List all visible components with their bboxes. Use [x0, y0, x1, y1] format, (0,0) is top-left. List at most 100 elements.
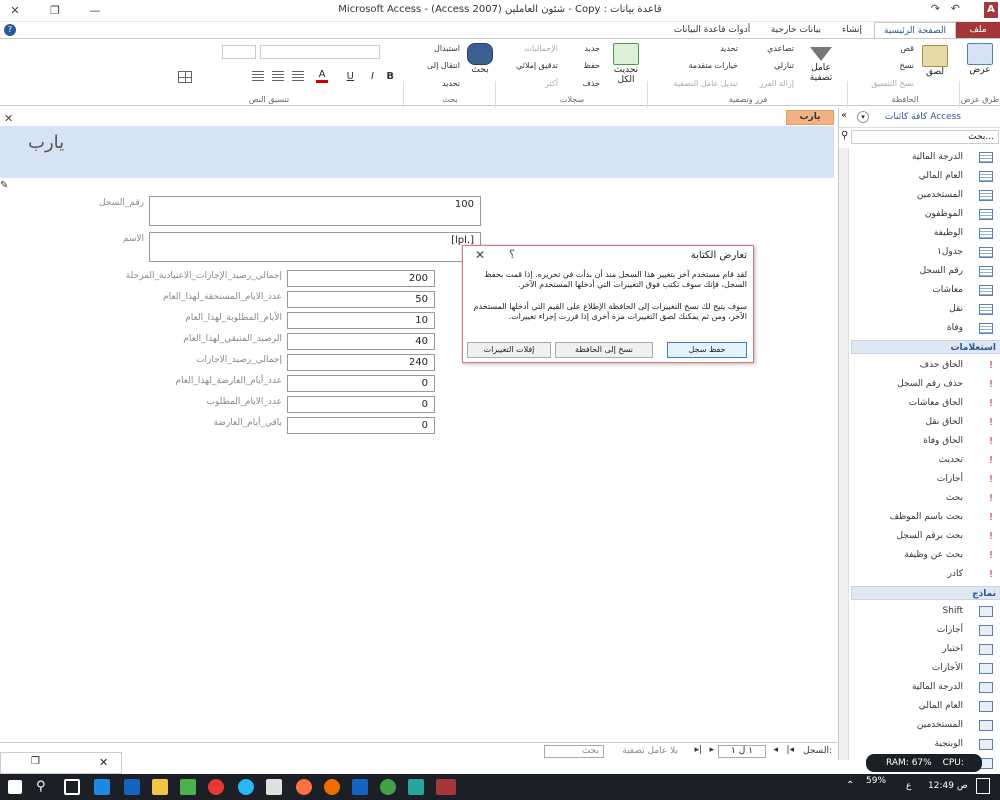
advanced-filter-button[interactable]: خيارات متقدمة: [689, 61, 738, 70]
copy-to-clipboard-button[interactable]: نسخ إلى الحافظة: [555, 342, 653, 358]
nav-item[interactable]: بحث عن وظيفة!: [851, 546, 1000, 565]
nav-item[interactable]: أجازات: [851, 621, 1000, 640]
nav-last-icon[interactable]: ▸|: [694, 745, 702, 755]
task-view-icon[interactable]: [64, 779, 80, 795]
close-form-icon[interactable]: ✕: [4, 112, 13, 125]
nav-search-input[interactable]: بحث...: [851, 130, 999, 144]
refresh-all-button[interactable]: تحديث الكل: [606, 43, 646, 85]
nav-item[interactable]: الوبنجية: [851, 735, 1000, 754]
font-name-select[interactable]: [260, 45, 380, 59]
selection-button[interactable]: تحديد: [720, 44, 738, 53]
gridlines-icon[interactable]: [178, 71, 192, 83]
nav-item[interactable]: الوظيفة: [851, 224, 1000, 243]
nav-item[interactable]: جدول١: [851, 243, 1000, 262]
nav-item[interactable]: حذف رقم السجل!: [851, 375, 1000, 394]
font-color-icon[interactable]: A: [316, 69, 328, 83]
form-tab[interactable]: يارب: [786, 110, 834, 125]
replace-button[interactable]: استبدال: [434, 44, 460, 53]
nav-item[interactable]: المستخدمين: [851, 186, 1000, 205]
nav-item[interactable]: وفاة: [851, 319, 1000, 338]
redo-icon[interactable]: ↷: [931, 2, 940, 15]
find-button[interactable]: بحث: [466, 43, 494, 75]
sort-ascending-button[interactable]: تصاعدي: [767, 44, 794, 53]
nav-item[interactable]: أجازات!: [851, 470, 1000, 489]
toggle-filter-button[interactable]: تبديل عامل التصفية: [673, 79, 738, 88]
nav-item[interactable]: تحديث!: [851, 451, 1000, 470]
delete-record-button[interactable]: حذف: [583, 79, 600, 88]
save-record-dialog-button[interactable]: حفظ سجل: [667, 342, 747, 358]
tab-database-tools[interactable]: أدوات قاعدة البيانات: [666, 22, 758, 38]
tab-external-data[interactable]: بيانات خارجية: [762, 22, 830, 38]
nav-item[interactable]: الحاق حذف!: [851, 356, 1000, 375]
italic-button[interactable]: I: [371, 71, 374, 82]
nav-item[interactable]: بحث!: [851, 489, 1000, 508]
goto-button[interactable]: انتقال إلى: [427, 61, 460, 70]
nav-item[interactable]: بحث برقم السجل!: [851, 527, 1000, 546]
nav-item[interactable]: الحاق معاشات!: [851, 394, 1000, 413]
tab-create[interactable]: إنشاء: [832, 22, 872, 38]
mini-close-icon[interactable]: ✕: [99, 756, 108, 769]
spelling-button[interactable]: تدقيق إملائي: [516, 61, 558, 70]
minimize-button[interactable]: —: [80, 0, 110, 22]
copy-button[interactable]: نسخ: [899, 61, 914, 70]
paste-button[interactable]: لصق: [922, 45, 948, 77]
nav-item[interactable]: نقل: [851, 300, 1000, 319]
select-button[interactable]: تحديد: [442, 79, 460, 88]
restore-button[interactable]: ❐: [40, 0, 70, 22]
nav-collapse-icon[interactable]: «: [841, 110, 847, 121]
form-row-field[interactable]: 200: [287, 270, 435, 287]
dialog-help-icon[interactable]: ؟: [509, 248, 515, 261]
nav-dropdown-icon[interactable]: ▾: [857, 111, 869, 123]
firefox-icon[interactable]: [296, 779, 312, 795]
nav-item[interactable]: الدرجة المالية: [851, 148, 1000, 167]
underline-button[interactable]: U: [347, 71, 354, 82]
form-row-field[interactable]: 50: [287, 291, 435, 308]
chrome-icon[interactable]: [380, 779, 396, 795]
nav-section-forms[interactable]: نماذج: [851, 586, 1000, 600]
nav-first-icon[interactable]: |◂: [786, 745, 794, 755]
clock[interactable]: 12:49 ص: [928, 781, 968, 791]
word-icon[interactable]: [352, 779, 368, 795]
filter-button[interactable]: عامل تصفية: [804, 43, 838, 83]
more-button[interactable]: أكثر: [545, 79, 558, 88]
search-icon[interactable]: ⚲: [36, 779, 46, 794]
align-left-icon[interactable]: [252, 71, 264, 81]
ie-icon[interactable]: [124, 779, 140, 795]
nav-item[interactable]: بحث باسم الموظف!: [851, 508, 1000, 527]
totals-button[interactable]: الإجماليات: [524, 44, 558, 53]
tray-chevron-icon[interactable]: ⌃: [846, 780, 854, 791]
nav-item[interactable]: الدرجة المالية: [851, 678, 1000, 697]
language-indicator[interactable]: ع: [906, 781, 911, 791]
form-row-field[interactable]: 0: [287, 375, 435, 392]
align-center-icon[interactable]: [272, 71, 284, 81]
nav-item[interactable]: رقم السجل: [851, 262, 1000, 281]
format-painter-button[interactable]: نسخ التنسيق: [871, 79, 914, 88]
form-row-field[interactable]: 0: [287, 417, 435, 434]
save-record-button[interactable]: حفظ: [583, 61, 600, 70]
nav-item[interactable]: الحاق وفاة!: [851, 432, 1000, 451]
remove-sort-button[interactable]: إزالة الفرز: [759, 79, 794, 88]
nav-item[interactable]: الأجازات: [851, 659, 1000, 678]
media-icon[interactable]: [180, 779, 196, 795]
name-field[interactable]: [lpl.]: [149, 232, 481, 262]
nav-item[interactable]: الحاق نقل!: [851, 413, 1000, 432]
nav-scrollbar[interactable]: [839, 148, 849, 760]
align-right-icon[interactable]: [292, 71, 304, 81]
nav-item[interactable]: العام المالي: [851, 697, 1000, 716]
notepad-icon[interactable]: [266, 779, 282, 795]
view-button[interactable]: عرض: [966, 43, 994, 75]
new-record-button[interactable]: جديد: [584, 44, 600, 53]
nav-item[interactable]: كادر!: [851, 565, 1000, 584]
record-position[interactable]: ١ ل ١: [718, 745, 766, 758]
form-row-field[interactable]: 10: [287, 312, 435, 329]
start-icon[interactable]: [8, 780, 22, 794]
record-number-field[interactable]: 100: [149, 196, 481, 226]
cut-button[interactable]: قص: [900, 44, 914, 53]
tab-file[interactable]: ملف: [956, 22, 1000, 38]
help-icon[interactable]: ?: [4, 24, 16, 36]
app-icon[interactable]: [408, 779, 424, 795]
nav-item[interactable]: معاشات: [851, 281, 1000, 300]
dialog-close-icon[interactable]: ✕: [475, 248, 485, 262]
access-icon[interactable]: [436, 779, 456, 795]
form-row-field[interactable]: 0: [287, 396, 435, 413]
